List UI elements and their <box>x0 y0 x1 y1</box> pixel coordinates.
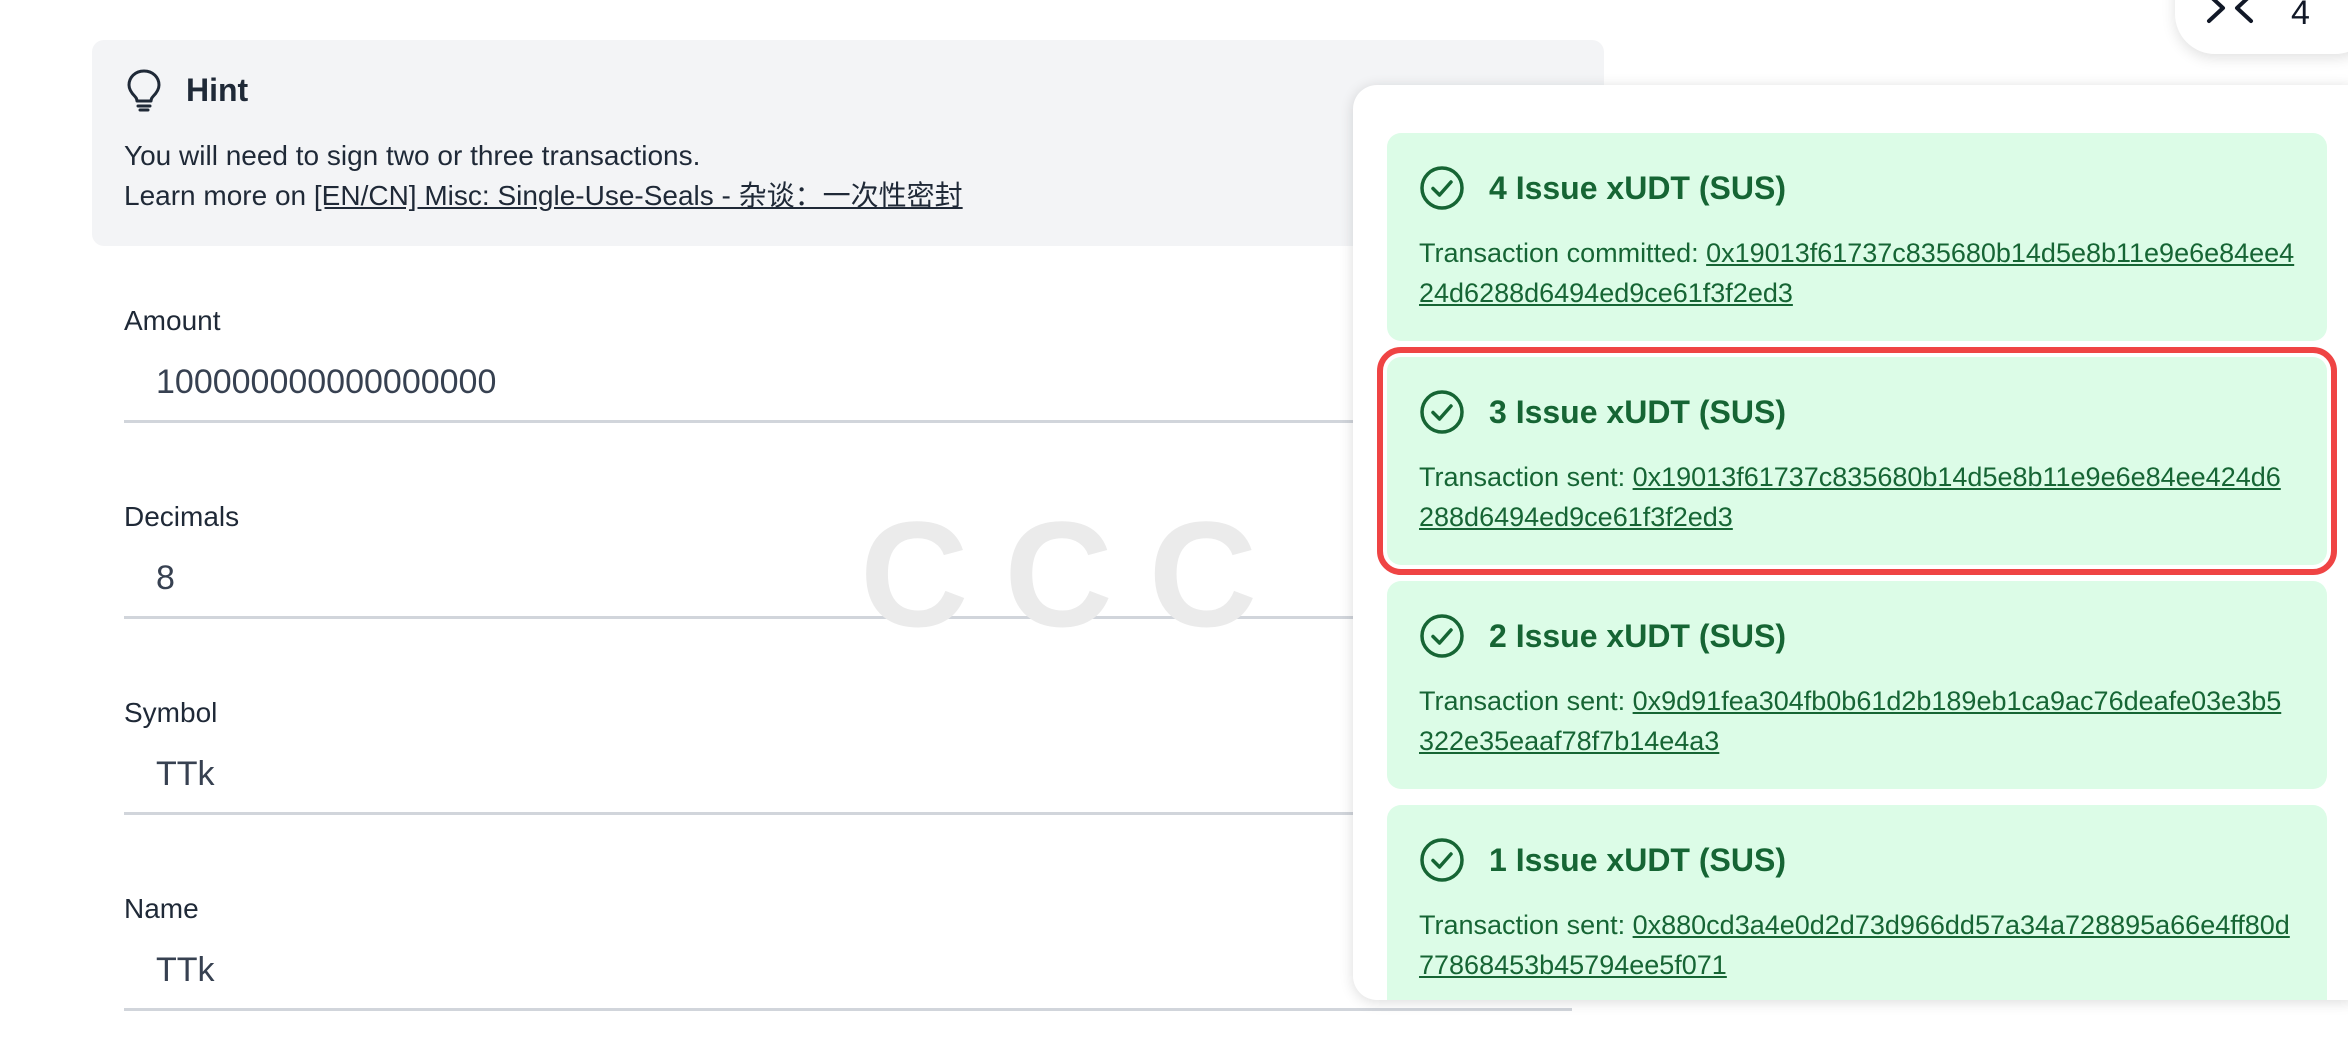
toast-status: Transaction sent: <box>1419 686 1633 716</box>
check-circle-icon <box>1419 165 1465 211</box>
check-circle-icon <box>1419 837 1465 883</box>
toast-message: Transaction committed: 0x19013f61737c835… <box>1419 233 2295 313</box>
toast-title: 2 Issue xUDT (SUS) <box>1489 617 1786 654</box>
toast-message: Transaction sent: 0x9d91fea304fb0b61d2b1… <box>1419 681 2295 761</box>
toast-count: 4 <box>2291 0 2310 32</box>
toast-panel: 4 Issue xUDT (SUS) Transaction committed… <box>1353 85 2348 1000</box>
check-circle-icon <box>1419 613 1465 659</box>
toast-item-highlighted: 3 Issue xUDT (SUS) Transaction sent: 0x1… <box>1377 347 2337 575</box>
toast-status: Transaction sent: <box>1419 910 1633 940</box>
collapse-chevrons-icon <box>2205 0 2255 30</box>
toast-message: Transaction sent: 0x880cd3a4e0d2d73d966d… <box>1419 905 2295 985</box>
toast-header: 2 Issue xUDT (SUS) <box>1419 613 2295 659</box>
toast-title: 3 Issue xUDT (SUS) <box>1489 393 1786 430</box>
toast-title: 1 Issue xUDT (SUS) <box>1489 841 1786 878</box>
toast-status: Transaction sent: <box>1419 462 1633 492</box>
toast-collapse-button[interactable]: 4 <box>2175 0 2348 54</box>
toast-header: 1 Issue xUDT (SUS) <box>1419 837 2295 883</box>
toast-message: Transaction sent: 0x19013f61737c835680b1… <box>1419 457 2295 537</box>
toast-status: Transaction committed: <box>1419 238 1707 268</box>
lightbulb-icon <box>124 68 164 112</box>
single-use-seals-link[interactable]: [EN/CN] Misc: Single-Use-Seals - 杂谈：一次性密… <box>314 180 963 211</box>
toast-title: 4 Issue xUDT (SUS) <box>1489 169 1786 206</box>
toast-item: 2 Issue xUDT (SUS) Transaction sent: 0x9… <box>1387 581 2327 789</box>
toast-item: 4 Issue xUDT (SUS) Transaction committed… <box>1387 133 2327 341</box>
check-circle-icon <box>1419 389 1465 435</box>
toast-item: 1 Issue xUDT (SUS) Transaction sent: 0x8… <box>1387 805 2327 1000</box>
toast-header: 3 Issue xUDT (SUS) <box>1419 389 2295 435</box>
hint-title: Hint <box>186 71 249 108</box>
hint-learn-more-prefix: Learn more on <box>124 180 314 211</box>
toast-header: 4 Issue xUDT (SUS) <box>1419 165 2295 211</box>
